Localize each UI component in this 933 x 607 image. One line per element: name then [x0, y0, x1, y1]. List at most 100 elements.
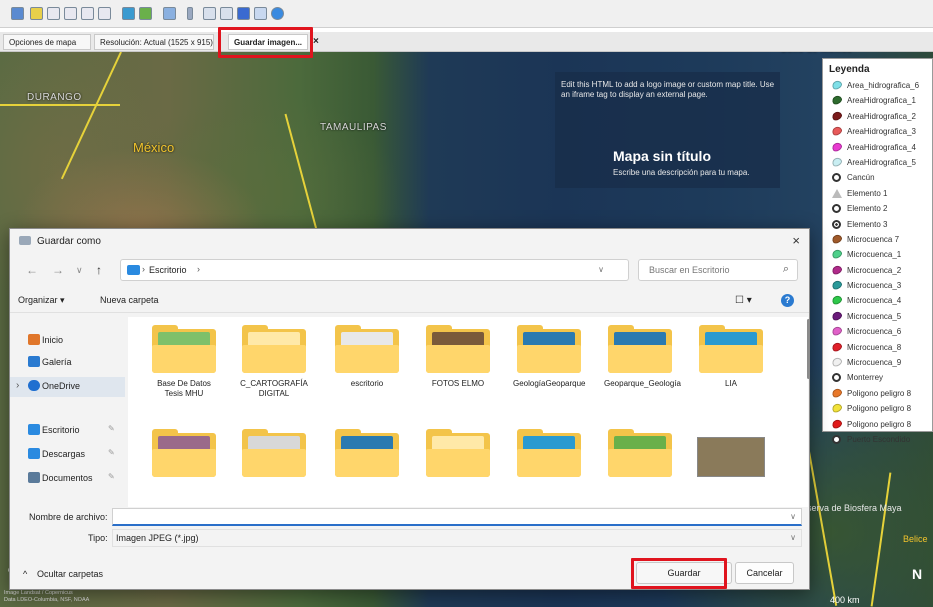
- breadcrumb-escritorio[interactable]: Escritorio: [149, 265, 187, 275]
- legend-item[interactable]: Microcuenca_5: [823, 309, 932, 324]
- folder-item[interactable]: Geoparque_Geología: [604, 325, 681, 389]
- sidebar-item-label: OneDrive: [42, 381, 81, 391]
- folder-item[interactable]: C_CARTOGRAFÍA DIGITAL: [238, 325, 310, 399]
- legend-item[interactable]: Elemento 3: [823, 217, 932, 232]
- legend-item[interactable]: AreaHidrografica_3: [823, 124, 932, 139]
- folder-item[interactable]: [238, 429, 310, 483]
- legend-item[interactable]: Puerto Escondido: [823, 432, 932, 447]
- polygon-icon[interactable]: [47, 7, 60, 20]
- sidebar-item[interactable]: Galería: [10, 353, 125, 373]
- legend-list: Area_hidrografica_6 AreaHidrografica_1 Are…: [823, 78, 932, 447]
- sidebar-item[interactable]: Documentos ✎: [10, 469, 125, 489]
- chevron-right-icon[interactable]: ›: [16, 380, 19, 391]
- legend-item[interactable]: Microcuenca_3: [823, 278, 932, 293]
- legend-item[interactable]: Poligono peligro 8: [823, 417, 932, 432]
- pin-icon[interactable]: ✎: [108, 424, 115, 433]
- legend-item[interactable]: Elemento 2: [823, 201, 932, 216]
- legend-item[interactable]: Microcuenca_8: [823, 340, 932, 355]
- organize-button[interactable]: Organizar ▾: [18, 295, 65, 306]
- filename-input[interactable]: ∨: [112, 508, 802, 526]
- legend-item[interactable]: Poligono peligro 8: [823, 386, 932, 401]
- globe-icon[interactable]: [271, 7, 284, 20]
- hide-folders-button[interactable]: Ocultar carpetas: [37, 569, 103, 579]
- sky-icon[interactable]: [122, 7, 135, 20]
- sidebar-item-label: Descargas: [42, 449, 86, 459]
- sidebar-item[interactable]: Inicio: [10, 331, 125, 351]
- ruler-icon[interactable]: [139, 7, 152, 20]
- legend-item[interactable]: Poligono peligro 8: [823, 401, 932, 416]
- legend-item[interactable]: AreaHidrografica_2: [823, 109, 932, 124]
- legend-item-label: AreaHidrografica_3: [847, 127, 916, 137]
- folder-item[interactable]: [513, 429, 585, 483]
- forward-arrow-icon[interactable]: →: [52, 263, 64, 277]
- folder-icon: [426, 325, 490, 373]
- legend-item[interactable]: Microcuenca_1: [823, 247, 932, 262]
- folder-item[interactable]: Base De Datos Tesis MHU: [148, 325, 220, 399]
- new-folder-button[interactable]: Nueva carpeta: [100, 295, 159, 305]
- folder-item[interactable]: FOTOS ELMO: [422, 325, 494, 389]
- view-options-icon[interactable]: ☐ ▾: [735, 295, 752, 306]
- scale-bar: 400 km: [830, 595, 860, 605]
- legend-item[interactable]: Cancún: [823, 170, 932, 185]
- polygon-swatch-icon: [830, 325, 844, 338]
- sidebar-item[interactable]: Descargas ✎: [10, 445, 125, 465]
- help-icon[interactable]: ?: [781, 294, 794, 307]
- address-dropdown-icon[interactable]: ∨: [598, 265, 604, 274]
- web-icon[interactable]: [254, 7, 267, 20]
- legend-item[interactable]: Microcuenca_9: [823, 355, 932, 370]
- pin-icon[interactable]: ✎: [108, 472, 115, 481]
- map-label-belize: Belice: [903, 534, 928, 544]
- back-arrow-icon[interactable]: ←: [26, 263, 38, 277]
- legend-item[interactable]: Microcuenca_4: [823, 293, 932, 308]
- filename-dropdown-icon[interactable]: ∨: [790, 512, 796, 521]
- filetype-select[interactable]: Imagen JPEG (*.jpg) ∨: [112, 529, 802, 547]
- legend-item[interactable]: AreaHidrografica_4: [823, 140, 932, 155]
- email-icon[interactable]: [163, 7, 176, 20]
- legend-item[interactable]: Microcuenca 7: [823, 232, 932, 247]
- legend-item-label: Poligono peligro 8: [847, 419, 912, 429]
- dialog-close-icon[interactable]: ×: [792, 233, 800, 248]
- folder-item[interactable]: [604, 429, 676, 483]
- search-box[interactable]: Buscar en Escritorio ⌕: [638, 259, 798, 281]
- legend-item[interactable]: AreaHidrografica_1: [823, 93, 932, 108]
- sidebar-item[interactable]: › OneDrive: [10, 377, 125, 397]
- folder-item[interactable]: escritorio: [331, 325, 403, 389]
- close-tab-icon[interactable]: ×: [313, 36, 319, 47]
- print-icon[interactable]: [187, 7, 193, 20]
- maps-icon[interactable]: [220, 7, 233, 20]
- view-icon[interactable]: [237, 7, 250, 20]
- legend-item[interactable]: Microcuenca_6: [823, 324, 932, 339]
- folder-item[interactable]: [331, 429, 403, 483]
- filetype-value: Imagen JPEG (*.jpg): [116, 533, 199, 543]
- cancel-button[interactable]: Cancelar: [735, 562, 794, 584]
- address-bar[interactable]: › Escritorio › ∨ C: [120, 259, 646, 281]
- save-image-icon[interactable]: [203, 7, 216, 20]
- legend-item[interactable]: Elemento 1: [823, 186, 932, 201]
- recent-locations-icon[interactable]: ∨: [76, 265, 83, 276]
- search-icon[interactable]: ⌕: [783, 263, 789, 276]
- sidebar-item[interactable]: Escritorio ✎: [10, 421, 125, 441]
- sidebar-icon[interactable]: [11, 7, 24, 20]
- legend-item-label: Poligono peligro 8: [847, 388, 912, 398]
- tour-icon[interactable]: [98, 7, 111, 20]
- tab-map-options[interactable]: Opciones de mapa: [3, 34, 91, 50]
- placemark-icon[interactable]: [30, 7, 43, 20]
- folder-item[interactable]: [695, 433, 767, 483]
- content-scrollbar[interactable]: [807, 319, 810, 379]
- overlay-icon[interactable]: [81, 7, 94, 20]
- legend-item[interactable]: Microcuenca_2: [823, 263, 932, 278]
- filetype-dropdown-icon[interactable]: ∨: [790, 533, 796, 542]
- path-icon[interactable]: [64, 7, 77, 20]
- folder-item[interactable]: GeologíaGeoparque: [513, 325, 586, 389]
- north-arrow-icon[interactable]: N: [912, 566, 922, 582]
- folder-item[interactable]: [422, 429, 494, 483]
- legend-item[interactable]: AreaHidrografica_5: [823, 155, 932, 170]
- legend-item[interactable]: Area_hidrografica_6: [823, 78, 932, 93]
- up-arrow-icon[interactable]: ↑: [96, 263, 102, 277]
- legend-item[interactable]: Monterrey: [823, 370, 932, 385]
- folder-item[interactable]: LIA: [695, 325, 767, 389]
- pin-icon[interactable]: ✎: [108, 448, 115, 457]
- tab-resolution[interactable]: Resolución: Actual (1525 x 915): [94, 34, 214, 50]
- folder-item[interactable]: [148, 429, 220, 483]
- chevron-up-icon[interactable]: ^: [23, 569, 27, 579]
